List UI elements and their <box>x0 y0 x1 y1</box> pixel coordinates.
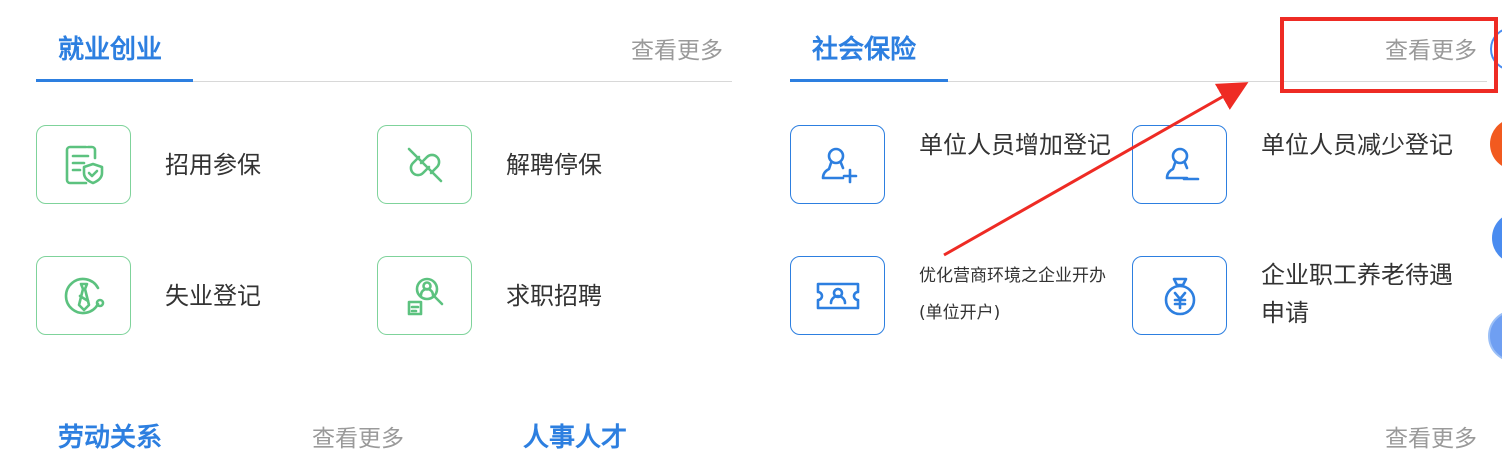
annotation-arrow-icon <box>943 82 1249 257</box>
